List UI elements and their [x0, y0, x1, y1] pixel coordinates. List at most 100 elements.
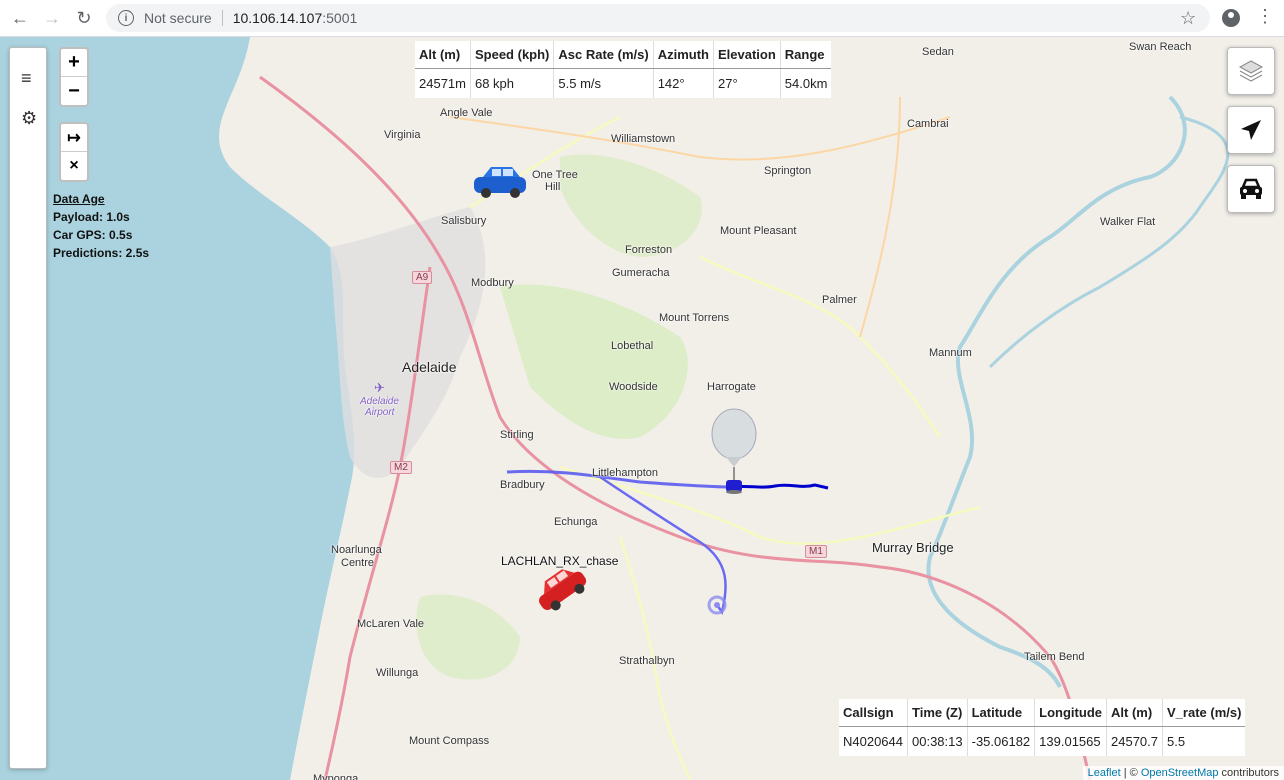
place-label: Walker Flat: [1100, 216, 1156, 228]
chase-car-label: LACHLAN_RX_chase: [501, 554, 619, 568]
table-cell: 24570.7: [1106, 726, 1163, 756]
place-label: Centre: [341, 557, 375, 569]
table-header: V_rate (m/s): [1162, 699, 1246, 727]
menu-icon[interactable]: ≡: [21, 68, 32, 89]
car-glyph-icon: [1240, 178, 1262, 199]
follow-button[interactable]: ↦: [61, 124, 87, 152]
table-cell: 54.0km: [784, 76, 828, 91]
place-label: Mount Pleasant: [720, 225, 797, 237]
table-header: Time (Z): [907, 699, 968, 727]
place-label: Salisbury: [441, 215, 487, 227]
road-shield: M2: [390, 461, 412, 474]
url-host: 10.106.14.107: [232, 10, 323, 26]
place-label: Harrogate: [707, 381, 756, 393]
data-age-heading: Data Age: [53, 192, 105, 206]
car-button[interactable]: [1227, 165, 1275, 213]
table-header: Asc Rate (m/s): [553, 41, 654, 69]
place-label: Bradbury: [500, 479, 545, 491]
place-label: Angle Vale: [440, 107, 493, 119]
place-label: Echunga: [554, 516, 598, 528]
place-label: Palmer: [822, 294, 857, 306]
place-label: Noarlunga: [331, 544, 382, 556]
clear-button[interactable]: ×: [61, 152, 87, 180]
payload-table: Callsign Time (Z) Latitude Longitude Alt (m)…: [839, 699, 1246, 756]
place-label: Lobethal: [611, 340, 654, 352]
zoom-in-button[interactable]: +: [61, 49, 87, 77]
bookmark-star-icon[interactable]: ☆: [1180, 8, 1196, 29]
security-label: Not secure: [144, 10, 212, 26]
layers-icon: [1238, 60, 1264, 82]
info-icon[interactable]: i: [118, 10, 134, 26]
send-button[interactable]: [1227, 106, 1275, 154]
settings-icon[interactable]: ⚙: [21, 108, 37, 129]
place-label: Myponga: [313, 773, 359, 780]
place-label: Modbury: [471, 277, 514, 289]
place-label: Adelaide: [360, 396, 399, 407]
leaflet-link[interactable]: Leaflet: [1088, 767, 1121, 779]
chase-car-icon[interactable]: [531, 561, 591, 616]
table-cell: 27°: [713, 68, 781, 98]
car-gps-age: Car GPS: 0.5s: [53, 228, 133, 242]
zoom-control: + −: [59, 47, 89, 107]
attribution: Leaflet | © OpenStreetMap contributors: [1082, 766, 1284, 780]
place-label: McLaren Vale: [357, 618, 425, 630]
paper-plane-icon: [1241, 120, 1261, 140]
table-header: Azimuth: [653, 41, 714, 69]
table-header: Latitude: [967, 699, 1036, 727]
table-cell: 68 kph: [470, 68, 555, 98]
place-label: Littlehampton: [592, 467, 659, 479]
place-label: Gumeracha: [612, 267, 670, 279]
place-label: Mount Compass: [409, 735, 490, 747]
place-label: Hill: [545, 181, 561, 193]
zoom-out-button[interactable]: −: [61, 77, 87, 105]
place-label: One Tree: [532, 169, 578, 181]
place-label: Cambrai: [907, 118, 949, 130]
map-view[interactable]: ✈ Virginia Angle Vale Williamstown Sedan Swa…: [0, 37, 1284, 780]
table-header: Range: [780, 41, 832, 69]
table-cell: 5.5 m/s: [553, 68, 654, 98]
table-cell: 00:38:13: [907, 726, 968, 756]
back-icon[interactable]: ←: [4, 2, 36, 34]
address-bar[interactable]: i Not secure 10.106.14.107:5001: [106, 4, 1210, 32]
attribution-contrib: contributors: [1218, 767, 1279, 779]
data-age-panel: Data Age Payload: 1.0s Car GPS: 0.5s Pre…: [53, 190, 149, 262]
place-label: Woodside: [609, 381, 658, 393]
url-port: :5001: [322, 10, 358, 26]
forward-icon[interactable]: →: [36, 2, 68, 34]
road-shield: M1: [805, 545, 827, 558]
table-header: Speed (kph): [470, 41, 555, 69]
table-header: Callsign: [839, 699, 908, 727]
place-label: Strathalbyn: [619, 655, 675, 667]
place-label: Virginia: [384, 129, 421, 141]
follow-control: ↦ ×: [59, 122, 89, 182]
place-label: Swan Reach: [1129, 41, 1192, 53]
table-cell: 5.5: [1167, 734, 1186, 749]
place-label: Mannum: [929, 347, 972, 359]
reload-icon[interactable]: ↻: [68, 2, 100, 34]
table-cell: 24571m: [415, 68, 471, 98]
layers-button[interactable]: [1227, 47, 1275, 95]
svg-text:✈: ✈: [374, 381, 385, 396]
place-label: Willunga: [376, 667, 419, 679]
table-cell: 142°: [653, 68, 714, 98]
car-icon[interactable]: [474, 167, 526, 198]
table-header: Alt (m): [415, 41, 471, 69]
table-cell: 139.01565: [1034, 726, 1107, 756]
place-label: Tailem Bend: [1024, 651, 1085, 663]
place-label: Airport: [365, 407, 395, 418]
table-header: Longitude: [1034, 699, 1107, 727]
predictions-age: Predictions: 2.5s: [53, 246, 150, 260]
payload-age: Payload: 1.0s: [53, 210, 130, 224]
account-icon[interactable]: [1222, 9, 1240, 27]
table-cell: -35.06182: [967, 726, 1036, 756]
table-header: Alt (m): [1106, 699, 1163, 727]
osm-link[interactable]: OpenStreetMap: [1141, 767, 1219, 779]
menu-kebab-icon[interactable]: ⋮: [1256, 6, 1274, 27]
browser-toolbar: ← → ↻ i Not secure 10.106.14.107:5001 ☆ …: [0, 0, 1284, 37]
road-shield: A9: [412, 271, 433, 284]
table-header: Elevation: [713, 41, 781, 69]
place-label: Springton: [764, 165, 812, 177]
divider: [221, 10, 223, 26]
place-label: Williamstown: [611, 133, 676, 145]
map-tiles: ✈: [0, 37, 1230, 780]
